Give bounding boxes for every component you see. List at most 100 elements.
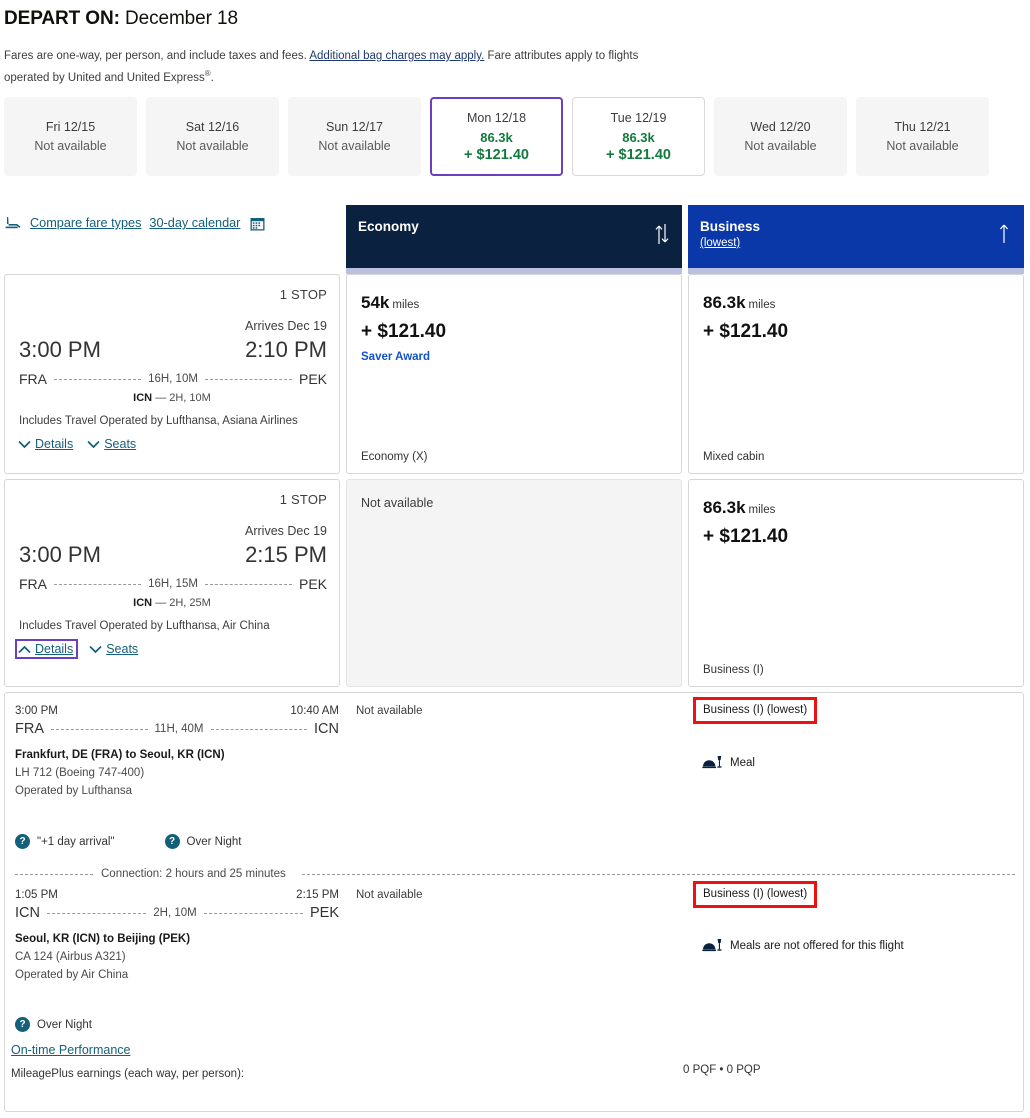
date-card-tue-12-19[interactable]: Tue 12/19 86.3k + $121.40 — [572, 97, 705, 176]
column-header-business[interactable]: Business (lowest) — [688, 205, 1024, 268]
cabin-class-code: Economy (X) — [361, 451, 428, 463]
date-card-price: + $121.40 — [464, 146, 529, 163]
date-card-price: + $121.40 — [606, 146, 671, 163]
date-card-label: Thu 12/21 — [894, 119, 951, 134]
segment-1-badge-plus-one-day[interactable]: ? "+1 day arrival" — [15, 834, 115, 849]
destination-code: PEK — [298, 576, 327, 592]
cabin-class-code: Mixed cabin — [703, 451, 765, 463]
date-card-wed-12-20[interactable]: Wed 12/20 Not available — [714, 97, 847, 176]
total-duration: 16H, 10M — [148, 373, 198, 385]
total-duration: 16H, 15M — [148, 578, 198, 590]
date-card-fri-12-15[interactable]: Fri 12/15 Not available — [4, 97, 137, 176]
seat-icon — [4, 215, 22, 231]
segment-1-economy-status: Not available — [356, 705, 423, 717]
additional-bag-charges-link[interactable]: Additional bag charges may apply. — [309, 50, 484, 62]
seats-label: Seats — [106, 642, 139, 656]
details-toggle[interactable]: Details — [18, 437, 73, 451]
fare-note-text-1: Fares are one-way, per person, and inclu… — [4, 50, 310, 62]
award-type: Saver Award — [361, 351, 431, 363]
date-card-sat-12-16[interactable]: Sat 12/16 Not available — [146, 97, 279, 176]
segment-1-meal-label: Meal — [730, 756, 755, 769]
itinerary-card[interactable]: 1 STOP Arrives Dec 19 3:00 PM 2:10 PM FRA 16H… — [4, 274, 340, 474]
thirty-day-calendar-link[interactable]: 30-day calendar — [149, 216, 240, 230]
segment-1-badge-2-label: Over Night — [186, 835, 242, 848]
segment-1-equipment: LH 712 (Boeing 747-400) — [15, 767, 145, 779]
segment-2-business-fare-code: Business (I) (lowest) — [693, 881, 818, 908]
help-icon[interactable]: ? — [15, 1017, 30, 1032]
column-title-economy: Economy — [358, 219, 419, 234]
compare-toolbar: Compare fare types 30-day calendar — [4, 215, 265, 231]
pq-values: 0 PQF • 0 PQP — [683, 1064, 761, 1076]
date-card-miles: 86.3k — [622, 129, 655, 145]
fare-card-business[interactable]: 86.3k miles + $121.40 Mixed cabin — [688, 274, 1024, 474]
on-time-performance-link[interactable]: On-time Performance — [11, 1043, 130, 1057]
segment-1-operated-by: Operated by Lufthansa — [15, 785, 132, 797]
segment-2-city-pair: Seoul, KR (ICN) to Beijing (PEK) — [15, 933, 191, 945]
segment-2-economy-status: Not available — [356, 889, 423, 901]
date-card-miles: 86.3k — [480, 129, 513, 145]
details-label: Details — [35, 642, 74, 656]
date-selector-strip: Fri 12/15 Not available Sat 12/16 Not avail… — [4, 97, 1026, 176]
date-card-status: Not available — [318, 138, 391, 153]
segment-2-badge-over-night[interactable]: ? Over Night — [15, 1017, 92, 1032]
fare-card-economy[interactable]: 54k miles + $121.40 Saver Award Economy (X) — [346, 274, 682, 474]
miles-unit: miles — [748, 299, 776, 311]
column-header-economy[interactable]: Economy — [346, 205, 682, 268]
stop-airport-code: ICN — [133, 597, 153, 609]
segment-1-dash-right — [210, 728, 308, 730]
fare-card-economy[interactable]: Not available — [346, 479, 682, 687]
origin-code: FRA — [19, 371, 47, 387]
connection-label: Connection: 2 hours and 25 minutes — [101, 868, 286, 880]
arrival-date: Arrives Dec 19 — [245, 524, 327, 538]
segment-1-arrive-time: 10:40 AM — [290, 705, 339, 717]
segment-2-business-fare-code-label: Business (I) (lowest) — [703, 888, 808, 900]
stop-layover-duration: — 2H, 25M — [155, 597, 211, 609]
segment-2-badge-1-label: Over Night — [37, 1018, 92, 1031]
segment-1-badge-over-night[interactable]: ? Over Night — [164, 834, 242, 849]
arrival-date: Arrives Dec 19 — [245, 319, 327, 333]
depart-on-label: DEPART ON: — [4, 8, 120, 29]
segment-1-business-fare-code-label: Business (I) (lowest) — [703, 704, 808, 716]
date-card-thu-12-21[interactable]: Thu 12/21 Not available — [856, 97, 989, 176]
compare-fare-types-link[interactable]: Compare fare types — [30, 216, 141, 230]
page-title: DEPART ON: December 18 — [4, 8, 238, 30]
flight-details-panel: 3:00 PM 10:40 AM FRA 11H, 40M ICN Frankf… — [4, 692, 1024, 1112]
itinerary-card[interactable]: 1 STOP Arrives Dec 19 3:00 PM 2:15 PM FRA 16H… — [4, 479, 340, 687]
business-lowest-link[interactable]: (lowest) — [700, 237, 1012, 249]
column-title-business: Business — [700, 219, 761, 234]
segment-1-business-fare-code: Business (I) (lowest) — [693, 697, 818, 724]
cash-amount: + $121.40 — [703, 321, 789, 342]
segment-1-origin: FRA — [15, 721, 44, 737]
route-dash-right — [204, 378, 292, 380]
details-toggle[interactable]: Details — [15, 639, 79, 659]
segment-2-duration: 2H, 10M — [153, 907, 197, 919]
sort-up-icon[interactable] — [996, 223, 1012, 245]
segment-1-destination: ICN — [314, 721, 339, 737]
fare-card-business[interactable]: 86.3k miles + $121.40 Business (I) — [688, 479, 1024, 687]
stops-count: 1 STOP — [279, 287, 327, 302]
date-card-label: Tue 12/19 — [610, 110, 667, 125]
calendar-icon[interactable] — [250, 216, 265, 231]
details-label: Details — [35, 437, 74, 451]
arrive-time: 2:10 PM — [245, 337, 327, 362]
help-icon[interactable]: ? — [15, 834, 30, 849]
destination-code: PEK — [298, 371, 327, 387]
date-card-label: Sat 12/16 — [185, 119, 240, 134]
date-card-status: Not available — [744, 138, 817, 153]
date-card-mon-12-18[interactable]: Mon 12/18 86.3k + $121.40 — [430, 97, 563, 176]
date-card-status: Not available — [176, 138, 249, 153]
help-icon[interactable]: ? — [164, 834, 180, 849]
stops-count: 1 STOP — [279, 492, 327, 507]
seats-toggle[interactable]: Seats — [87, 437, 136, 451]
miles-amount: 54k — [361, 293, 390, 312]
stop-airport-code: ICN — [133, 392, 153, 404]
depart-date: December 18 — [125, 8, 238, 29]
segment-1-dash-left — [51, 728, 148, 730]
date-card-status: Not available — [886, 138, 959, 153]
sort-updown-icon[interactable] — [654, 223, 670, 245]
meal-icon — [702, 755, 722, 770]
seats-toggle[interactable]: Seats — [89, 642, 138, 656]
stop-layover-duration: — 2H, 10M — [155, 392, 211, 404]
date-card-sun-12-17[interactable]: Sun 12/17 Not available — [288, 97, 421, 176]
miles-amount: 86.3k — [703, 498, 746, 517]
